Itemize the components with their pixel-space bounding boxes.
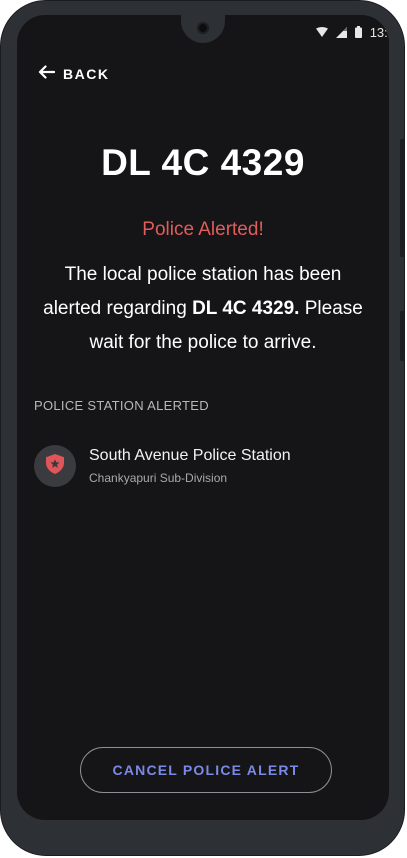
station-info: South Avenue Police Station Chankyapuri … — [89, 447, 291, 485]
volume-button — [400, 139, 404, 257]
power-button — [400, 311, 404, 361]
notch — [181, 15, 225, 43]
wifi-icon — [315, 26, 328, 38]
station-name: South Avenue Police Station — [89, 447, 291, 464]
cancel-alert-button[interactable]: CANCEL POLICE ALERT — [80, 747, 332, 793]
message-plate: DL 4C 4329. — [192, 298, 300, 319]
alert-status-text: Police Alerted! — [142, 219, 264, 240]
status-time: 13:0 — [369, 24, 389, 40]
battery-icon — [354, 26, 362, 38]
station-subdivision: Chankyapuri Sub-Division — [89, 471, 228, 485]
alert-message: The local police station has been alerte… — [33, 258, 373, 360]
station-avatar — [34, 445, 76, 487]
page-title: DL 4C 4329 — [101, 142, 305, 183]
back-button[interactable]: BACK — [38, 65, 109, 82]
section-heading: POLICE STATION ALERTED — [34, 398, 209, 413]
arrow-left-icon — [38, 65, 56, 82]
app-screen: 13:0 BACK DL 4C 4329 Police Alerted! The… — [17, 15, 389, 820]
station-list-item: South Avenue Police Station Chankyapuri … — [34, 445, 364, 487]
police-badge-icon — [46, 453, 64, 479]
signal-icon — [335, 26, 347, 38]
back-label: BACK — [63, 65, 110, 82]
camera-icon — [197, 22, 209, 34]
status-bar: 13:0 — [315, 23, 389, 41]
phone-frame: 13:0 BACK DL 4C 4329 Police Alerted! The… — [0, 0, 405, 856]
